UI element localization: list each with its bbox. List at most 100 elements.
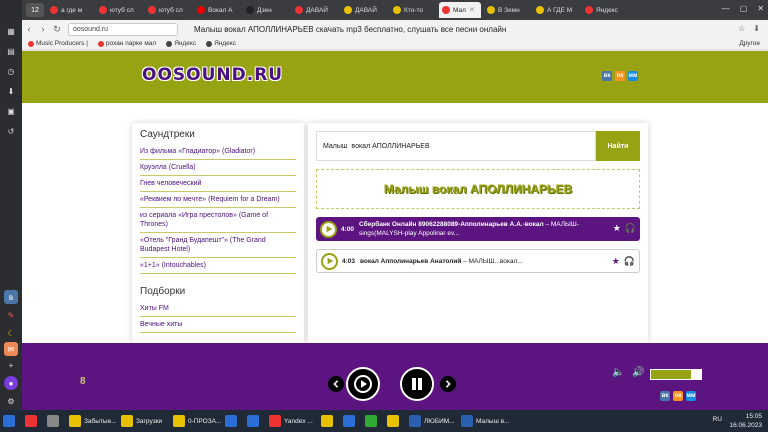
headphones-icon[interactable]: 🎧 xyxy=(625,223,636,233)
category-link[interactable]: Круэлла (Cruella) xyxy=(140,160,296,176)
browser-tab[interactable]: Дзен xyxy=(243,2,289,18)
vk-icon[interactable]: вк xyxy=(660,391,670,401)
ok-icon[interactable]: ок xyxy=(615,71,625,81)
settings-icon[interactable]: ⚙ xyxy=(4,394,18,408)
tab-label: Яндекс xyxy=(596,6,618,14)
maximize-icon[interactable]: ▢ xyxy=(740,4,748,13)
site-logo[interactable]: OOSOUND.RU xyxy=(142,65,283,85)
address-bar: ‹ › ↻ oosound.ru Малыш вокал АПОЛЛИНАРЬЕ… xyxy=(22,20,768,38)
taskbar-item[interactable]: Малыш в... xyxy=(458,412,510,430)
minimize-icon[interactable]: — xyxy=(722,4,730,13)
browser-tab[interactable]: Вокал А xyxy=(194,2,240,18)
vk-icon[interactable]: вк xyxy=(602,71,612,81)
taskbar-item[interactable]: Yandex ... xyxy=(266,412,318,430)
favorite-star-icon[interactable]: ★ xyxy=(613,223,621,233)
moon-icon[interactable]: ☾ xyxy=(4,326,18,340)
pause-button[interactable] xyxy=(400,367,434,401)
track-row[interactable]: 4:00 Сбербанк Онлайн 89062288089-Апполин… xyxy=(316,217,640,241)
taskbar-app-icon xyxy=(121,415,133,427)
bookmark-item[interactable]: Music Producers | xyxy=(28,40,88,47)
category-link[interactable]: «1+1» (Intouchables) xyxy=(140,258,296,274)
category-link[interactable]: из сериала «Игра престолов» (Game of Thr… xyxy=(140,208,296,233)
taskbar-item[interactable]: Загрузки xyxy=(118,412,170,430)
system-clock[interactable]: 15:05 16.06.2023 xyxy=(729,412,762,430)
browser-tab[interactable]: ютуб сл xyxy=(145,2,191,18)
collections-icon[interactable]: ▤ xyxy=(4,44,18,58)
bookmark-item[interactable]: рохан парке мал xyxy=(97,40,156,47)
alice-icon[interactable]: ● xyxy=(4,376,18,390)
category-link[interactable]: «Реквием по мечте» (Requiem for a Dream) xyxy=(140,192,296,208)
next-button[interactable] xyxy=(440,376,456,392)
taskbar-item[interactable] xyxy=(362,412,384,430)
browser-tab[interactable]: а где м xyxy=(47,2,93,18)
mymail-icon[interactable]: мм xyxy=(686,391,696,401)
tab-favicon-icon xyxy=(442,6,450,14)
grid-icon[interactable]: ▦ xyxy=(4,24,18,38)
add-icon[interactable]: + xyxy=(4,358,18,372)
browser-tab[interactable]: Яндекс xyxy=(582,2,628,18)
player-repeat-icon[interactable]: 8 xyxy=(80,376,86,387)
calendar-icon[interactable]: ▣ xyxy=(4,104,18,118)
bookmark-item[interactable]: Яндекс xyxy=(206,40,236,47)
bookmark-star-icon[interactable]: ☆ xyxy=(738,24,745,33)
browser-tab[interactable]: ДАВАЙ xyxy=(292,2,338,18)
browser-tab[interactable]: А ГДЕ М xyxy=(533,2,579,18)
track-row[interactable]: 4:03 вокал Апполинарьев Анатолий – МАЛЫШ… xyxy=(316,249,640,273)
taskbar-app-icon xyxy=(321,415,333,427)
tab-close-icon[interactable]: ✕ xyxy=(469,6,475,14)
play-icon[interactable] xyxy=(320,220,337,238)
category-link[interactable]: Вечные хиты xyxy=(140,317,296,333)
browser-tab[interactable]: ДАВАЙ xyxy=(341,2,387,18)
pin-icon[interactable]: ✎ xyxy=(4,308,18,322)
taskbar-item[interactable] xyxy=(44,412,66,430)
taskbar-item[interactable] xyxy=(222,412,244,430)
taskbar-item[interactable]: Забытые... xyxy=(66,412,118,430)
category-link[interactable]: Гнев человеческий xyxy=(140,176,296,192)
downloads-icon[interactable]: ⬇ xyxy=(4,84,18,98)
taskbar-item[interactable]: 0-ПРОЗА... xyxy=(170,412,222,430)
other-bookmarks[interactable]: Другое xyxy=(739,40,760,47)
category-link[interactable]: Хиты FM xyxy=(140,301,296,317)
play-button[interactable] xyxy=(346,367,380,401)
browser-tab[interactable]: Мал ✕ xyxy=(439,2,481,18)
mymail-icon[interactable]: мм xyxy=(628,71,638,81)
play-icon[interactable] xyxy=(321,252,338,270)
taskbar-item[interactable] xyxy=(0,412,22,430)
browser-tab[interactable]: Кто-то xyxy=(390,2,436,18)
category-link[interactable]: «Отель "Гранд Будапешт"» (The Grand Buda… xyxy=(140,233,296,258)
mail-icon[interactable]: ✉ xyxy=(4,342,18,356)
back-icon[interactable]: ‹ xyxy=(22,24,36,34)
taskbar-item[interactable]: ЛЮБИМ... xyxy=(406,412,458,430)
search-button[interactable]: Найти xyxy=(596,131,640,161)
close-icon[interactable]: ✕ xyxy=(757,4,764,13)
bookmark-item[interactable]: Яндекс xyxy=(166,40,196,47)
search-input[interactable] xyxy=(316,131,596,161)
bookmarks-bar: Music Producers | рохан парке мал Яндекс… xyxy=(22,38,768,50)
social-links-player: вк ок мм xyxy=(660,391,696,401)
taskbar-item[interactable] xyxy=(244,412,266,430)
track-title: Сбербанк Онлайн 89062288089-Апполинарьев… xyxy=(359,221,579,237)
speaker-icon[interactable]: 🔈 xyxy=(612,367,624,378)
headphones-icon[interactable]: 🎧 xyxy=(624,256,635,266)
tab-count-badge[interactable]: 12 xyxy=(26,3,44,17)
download-icon[interactable]: ⬇ xyxy=(753,24,760,33)
volume-icon[interactable]: 🔊 xyxy=(632,367,644,378)
clock-icon[interactable]: ◷ xyxy=(4,64,18,78)
volume-slider[interactable] xyxy=(650,369,702,380)
taskbar-item[interactable] xyxy=(340,412,362,430)
url-field[interactable]: oosound.ru xyxy=(68,22,178,36)
prev-button[interactable] xyxy=(328,376,344,392)
taskbar-item[interactable] xyxy=(384,412,406,430)
history-icon[interactable]: ↺ xyxy=(4,124,18,138)
ok-icon[interactable]: ок xyxy=(673,391,683,401)
browser-tab[interactable]: ютуб сл xyxy=(96,2,142,18)
language-indicator[interactable]: RU xyxy=(713,416,722,423)
browser-tab[interactable]: В Земн xyxy=(484,2,530,18)
taskbar-item[interactable] xyxy=(22,412,44,430)
vk-app-icon[interactable]: в xyxy=(4,290,18,304)
taskbar-item[interactable] xyxy=(318,412,340,430)
reload-icon[interactable]: ↻ xyxy=(50,24,64,35)
forward-icon[interactable]: › xyxy=(36,24,50,34)
category-link[interactable]: Из фильма «Гладиатор» (Gladiator) xyxy=(140,144,296,160)
favorite-star-icon[interactable]: ★ xyxy=(612,256,620,266)
